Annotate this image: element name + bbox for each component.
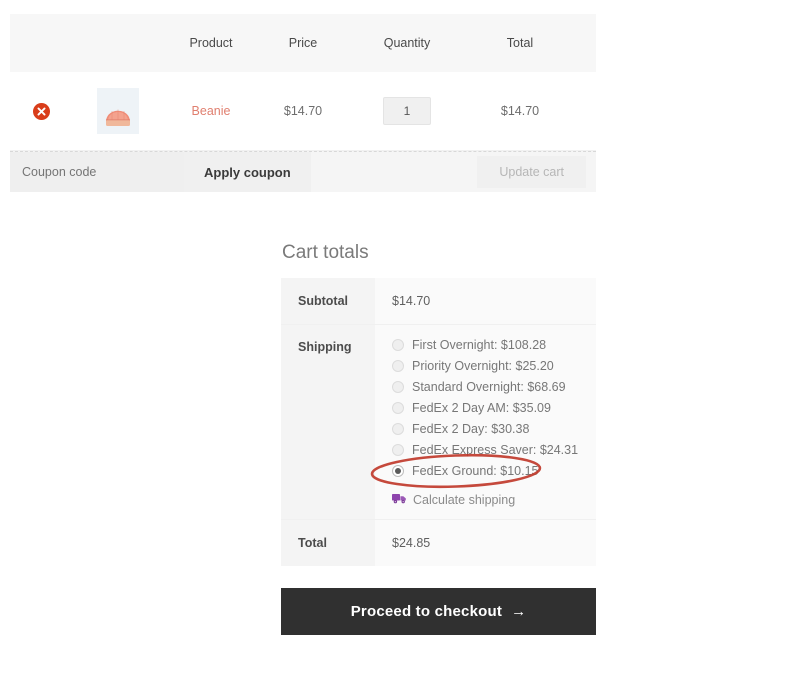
- header-product: Product: [164, 36, 258, 50]
- total-label: Total: [281, 520, 375, 566]
- calculate-shipping-toggle[interactable]: Calculate shipping: [392, 492, 582, 507]
- radio-icon[interactable]: [392, 339, 404, 351]
- page-title: Cart totals: [282, 242, 596, 264]
- shipping-option-fedex-ground[interactable]: FedEx Ground: $10.15: [392, 460, 582, 481]
- apply-coupon-button[interactable]: Apply coupon: [184, 152, 311, 192]
- shipping-option-label: Standard Overnight: $68.69: [412, 380, 566, 394]
- remove-cell: [10, 103, 72, 120]
- shipping-option-label: First Overnight: $108.28: [412, 338, 546, 352]
- header-price: Price: [258, 36, 348, 50]
- coupon-row: Apply coupon Update cart: [10, 151, 596, 192]
- header-total: Total: [466, 36, 574, 50]
- truck-icon: [392, 492, 407, 507]
- shop-cart-table: Product Price Quantity Total: [10, 14, 596, 192]
- order-total-row: Total $24.85: [281, 519, 596, 566]
- shipping-label: Shipping: [281, 325, 375, 519]
- shipping-row: Shipping First Overnight: $108.28 Priori…: [281, 324, 596, 519]
- quantity-input[interactable]: 1: [383, 97, 431, 125]
- radio-icon[interactable]: [392, 402, 404, 414]
- radio-icon-selected[interactable]: [392, 465, 404, 477]
- subtotal-row: Subtotal $14.70: [281, 278, 596, 324]
- proceed-to-checkout-button[interactable]: Proceed to checkout →: [281, 588, 596, 635]
- shipping-option-label: FedEx Express Saver: $24.31: [412, 443, 578, 457]
- product-name-cell: Beanie: [164, 104, 258, 118]
- shipping-option-first-overnight[interactable]: First Overnight: $108.28: [392, 334, 582, 355]
- shipping-option-standard-overnight[interactable]: Standard Overnight: $68.69: [392, 376, 582, 397]
- product-line-total: $14.70: [466, 104, 574, 118]
- subtotal-value: $14.70: [375, 278, 596, 324]
- header-quantity: Quantity: [348, 36, 466, 50]
- cart-table-header-row: Product Price Quantity Total: [10, 14, 596, 72]
- shipping-option-label: FedEx 2 Day AM: $35.09: [412, 401, 551, 415]
- shipping-option-label: Priority Overnight: $25.20: [412, 359, 554, 373]
- shipping-option-label: FedEx 2 Day: $30.38: [412, 422, 529, 436]
- shipping-option-priority-overnight[interactable]: Priority Overnight: $25.20: [392, 355, 582, 376]
- table-row: Beanie $14.70 1 $14.70: [10, 72, 596, 151]
- shipping-option-label: FedEx Ground: $10.15: [412, 464, 538, 478]
- shipping-option-fedex-2-day-am[interactable]: FedEx 2 Day AM: $35.09: [392, 397, 582, 418]
- subtotal-label: Subtotal: [281, 278, 375, 324]
- radio-icon[interactable]: [392, 381, 404, 393]
- arrow-right-icon: →: [511, 603, 526, 620]
- radio-icon[interactable]: [392, 423, 404, 435]
- update-cart-button[interactable]: Update cart: [477, 156, 586, 188]
- shipping-option-fedex-express-saver[interactable]: FedEx Express Saver: $24.31: [392, 439, 582, 460]
- shipping-method-list: First Overnight: $108.28 Priority Overni…: [392, 334, 582, 481]
- quantity-cell: 1: [348, 97, 466, 125]
- remove-x-icon[interactable]: [33, 103, 50, 120]
- total-value: $24.85: [375, 520, 596, 566]
- calculate-shipping-link[interactable]: Calculate shipping: [413, 493, 515, 507]
- coupon-code-input[interactable]: [10, 152, 184, 192]
- cart-totals-panel: Cart totals Subtotal $14.70 Shipping Fir…: [281, 242, 596, 566]
- beanie-thumbnail-icon: [97, 88, 139, 134]
- cart-totals-table: Subtotal $14.70 Shipping First Overnight…: [281, 278, 596, 566]
- shipping-option-fedex-2-day[interactable]: FedEx 2 Day: $30.38: [392, 418, 582, 439]
- checkout-button-label: Proceed to checkout: [351, 603, 502, 620]
- radio-icon[interactable]: [392, 444, 404, 456]
- product-link[interactable]: Beanie: [192, 104, 231, 118]
- radio-icon[interactable]: [392, 360, 404, 372]
- product-thumbnail-cell[interactable]: [72, 88, 164, 134]
- product-price: $14.70: [258, 104, 348, 118]
- coupon-spacer: [311, 152, 478, 192]
- shipping-options-cell: First Overnight: $108.28 Priority Overni…: [375, 325, 596, 519]
